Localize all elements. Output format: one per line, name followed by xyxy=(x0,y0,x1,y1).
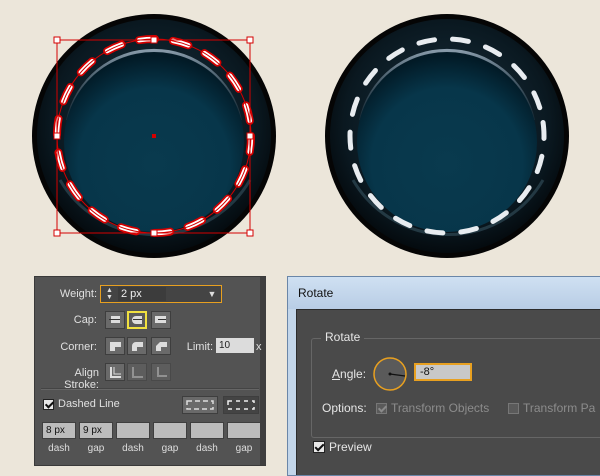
options-label: Options: xyxy=(322,401,367,415)
stroke-panel: Weight: ▲ ▼ 2 px ▼ Cap: Corner: Limit: 10… xyxy=(34,276,266,466)
dash-input-1[interactable]: 8 px xyxy=(42,422,76,439)
gap-input-3[interactable] xyxy=(227,422,261,439)
preview-checkbox[interactable] xyxy=(313,441,325,453)
dash-label-3: dash xyxy=(196,443,218,454)
butt-cap-button[interactable] xyxy=(105,311,125,329)
gap-label-2: gap xyxy=(161,443,179,454)
bevel-join-button[interactable] xyxy=(151,337,171,355)
weight-input[interactable]: 2 px xyxy=(118,287,166,301)
transform-objects-label: Transform Objects xyxy=(391,401,490,415)
dropdown-arrow-icon[interactable]: ▼ xyxy=(205,287,219,301)
align-center-icon xyxy=(110,367,121,378)
round-join-icon xyxy=(132,342,143,351)
gap-label-3: gap xyxy=(235,443,253,454)
cap-label: Cap: xyxy=(73,314,97,326)
center-point xyxy=(152,134,156,138)
projecting-cap-button[interactable] xyxy=(151,311,171,329)
arrow-down-icon[interactable]: ▼ xyxy=(106,294,113,301)
round-cap-button[interactable] xyxy=(127,311,147,329)
rotate-group-label: Rotate xyxy=(321,330,365,344)
limit-unit: x xyxy=(256,341,262,353)
panel-divider xyxy=(41,388,259,390)
rotate-dialog: Rotate Rotate Angle: -8° Options: Transf… xyxy=(287,276,600,476)
projecting-cap-icon xyxy=(155,316,166,323)
angle-dial[interactable] xyxy=(372,356,408,392)
weight-label: Weight: xyxy=(59,288,97,300)
round-cap-icon xyxy=(132,316,142,324)
butt-cap-icon xyxy=(109,316,120,323)
preserve-dash-button[interactable] xyxy=(182,396,218,414)
limit-input[interactable]: 10 xyxy=(216,338,254,353)
transform-patterns-checkbox[interactable] xyxy=(508,403,519,414)
align-outside-button[interactable] xyxy=(151,363,171,381)
align-inside-button[interactable] xyxy=(127,363,147,381)
gap-input-2[interactable] xyxy=(153,422,187,439)
dash-input-2[interactable] xyxy=(116,422,150,439)
transform-patterns-label: Transform Pa xyxy=(523,401,596,415)
dash-label-2: dash xyxy=(122,443,144,454)
dialog-titlebar[interactable]: Rotate xyxy=(288,277,600,309)
weight-control[interactable]: ▲ ▼ 2 px ▼ xyxy=(100,285,222,303)
dashed-line-label: Dashed Line xyxy=(58,398,120,410)
glossy-button-left[interactable] xyxy=(32,14,276,258)
arrow-up-icon[interactable]: ▲ xyxy=(106,287,113,294)
dash-align-corners-icon xyxy=(227,400,255,410)
weight-stepper[interactable]: ▲ ▼ xyxy=(104,287,115,301)
dashed-line-checkbox[interactable] xyxy=(43,399,54,410)
miter-join-icon xyxy=(110,342,121,351)
corner-label: Corner: xyxy=(60,341,97,353)
preview-label: Preview xyxy=(329,440,372,454)
dash-preserve-icon xyxy=(186,400,214,410)
dash-label-1: dash xyxy=(48,443,70,454)
glossy-button-right xyxy=(325,14,569,258)
align-outside-icon xyxy=(157,367,167,377)
angle-label: Angle: xyxy=(332,367,367,381)
round-join-button[interactable] xyxy=(127,337,147,355)
limit-label: Limit: xyxy=(186,341,213,353)
transform-objects-checkbox[interactable] xyxy=(376,403,387,414)
align-inside-icon xyxy=(132,367,143,378)
bevel-join-icon xyxy=(156,342,167,351)
rotate-group xyxy=(311,338,600,438)
dash-input-3[interactable] xyxy=(190,422,224,439)
miter-join-button[interactable] xyxy=(105,337,125,355)
align-dash-button[interactable] xyxy=(223,396,259,414)
dialog-title: Rotate xyxy=(298,286,334,300)
align-center-button[interactable] xyxy=(105,363,125,381)
gap-input-1[interactable]: 9 px xyxy=(79,422,113,439)
artboard xyxy=(32,14,569,258)
angle-input[interactable]: -8° xyxy=(414,363,472,381)
gap-label-1: gap xyxy=(87,443,105,454)
